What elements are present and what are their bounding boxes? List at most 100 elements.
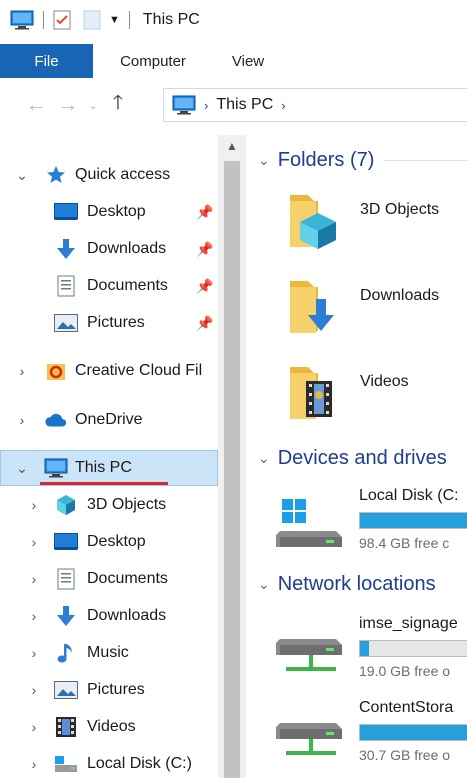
chevron-right-icon[interactable]: ›: [26, 756, 42, 772]
pin-icon[interactable]: 📌: [196, 278, 213, 295]
drive-free-space: 19.0 GB free o: [359, 663, 451, 679]
chevron-right-icon[interactable]: ›: [14, 363, 30, 379]
nav-documents[interactable]: › Documents: [0, 561, 218, 597]
network-drive-item[interactable]: imse_signage 19.0 GB free o: [274, 615, 467, 685]
nav-label: Pictures: [87, 314, 145, 331]
folder-item[interactable]: 3D Objects: [286, 191, 467, 271]
navigation-pane: ⌄ Quick access Desktop 📌 Downloads 📌 Doc…: [0, 135, 246, 778]
chevron-down-icon[interactable]: ⌄: [14, 460, 30, 477]
chevron-down-icon[interactable]: ⌄: [258, 576, 270, 593]
tab-view[interactable]: View: [213, 44, 283, 78]
address-bar[interactable]: › This PC ›: [163, 88, 467, 122]
group-title: Devices and drives: [277, 447, 447, 469]
nav-label: Creative Cloud Fil: [75, 362, 203, 379]
chevron-down-icon[interactable]: ⌄: [14, 167, 30, 184]
nav-quick-documents[interactable]: Documents 📌: [0, 268, 218, 304]
pin-icon[interactable]: 📌: [196, 315, 213, 332]
3d-objects-folder-icon: [286, 191, 350, 255]
desktop-icon: [54, 201, 78, 223]
annotation-underline: [40, 482, 168, 485]
chevron-right-icon[interactable]: ›: [26, 608, 42, 624]
nav-downloads[interactable]: › Downloads: [0, 598, 218, 634]
nav-videos[interactable]: › Videos: [0, 709, 218, 745]
group-header-folders[interactable]: ⌄ Folders (7): [258, 149, 467, 172]
nav-pictures[interactable]: › Pictures: [0, 672, 218, 708]
chevron-right-icon[interactable]: ›: [26, 645, 42, 661]
nav-quick-pictures[interactable]: Pictures 📌: [0, 305, 218, 341]
network-drive-item[interactable]: ContentStora 30.7 GB free o: [274, 699, 467, 769]
group-header-devices[interactable]: ⌄ Devices and drives: [258, 447, 447, 470]
drive-usage-fill: [360, 513, 467, 528]
pin-icon[interactable]: 📌: [196, 241, 213, 258]
pin-icon[interactable]: 📌: [196, 204, 213, 221]
group-title: Network locations: [277, 573, 436, 595]
tab-file[interactable]: File: [0, 44, 93, 78]
windows-drive-icon: [274, 497, 346, 551]
toolbar-separator: [43, 11, 44, 29]
documents-icon: [54, 568, 78, 590]
creative-cloud-icon: [44, 360, 68, 382]
this-pc-icon: [44, 457, 68, 479]
nav-creative-cloud[interactable]: › Creative Cloud Fil: [0, 353, 218, 389]
music-icon: [54, 642, 78, 664]
downloads-folder-icon: [286, 277, 350, 341]
nav-this-pc[interactable]: ⌄ This PC: [0, 450, 218, 486]
chevron-down-icon[interactable]: ⌄: [258, 152, 270, 169]
window-title: This PC: [142, 11, 200, 28]
drive-usage-bar: [359, 640, 467, 657]
tab-computer[interactable]: Computer: [93, 44, 213, 78]
customize-qat-icon[interactable]: ▼: [109, 14, 120, 26]
folder-item[interactable]: Videos: [286, 363, 467, 443]
scroll-thumb[interactable]: [224, 161, 240, 778]
folder-item[interactable]: Downloads: [286, 277, 467, 357]
up-button[interactable]: 🡑: [102, 89, 134, 121]
forward-button[interactable]: →: [52, 89, 84, 121]
network-drive-icon: [274, 625, 346, 679]
nav-3d-objects[interactable]: › 3D Objects: [0, 487, 218, 523]
nav-quick-access[interactable]: ⌄ Quick access: [0, 157, 218, 193]
folder-name: Videos: [360, 373, 409, 390]
chevron-down-icon[interactable]: ⌄: [258, 450, 270, 467]
nav-quick-desktop[interactable]: Desktop 📌: [0, 194, 218, 230]
chevron-right-icon[interactable]: ›: [26, 534, 42, 550]
chevron-right-icon[interactable]: ›: [26, 682, 42, 698]
group-divider: [384, 160, 467, 161]
back-button[interactable]: ←: [20, 89, 52, 121]
nav-quick-downloads[interactable]: Downloads 📌: [0, 231, 218, 267]
downloads-icon: [54, 238, 78, 260]
star-icon: [44, 164, 68, 186]
toolbar-separator: [128, 11, 130, 29]
chevron-right-icon[interactable]: ›: [26, 497, 42, 513]
nav-label: Documents: [87, 277, 168, 294]
breadcrumb-this-pc[interactable]: This PC: [216, 96, 273, 114]
nav-desktop[interactable]: › Desktop: [0, 524, 218, 560]
drive-usage-fill: [360, 641, 370, 656]
content-pane: ⌄ Folders (7) 3D Objects Downloads Video…: [246, 135, 467, 778]
new-folder-icon[interactable]: [83, 10, 101, 30]
nav-local-disk[interactable]: › Local Disk (C:): [0, 746, 218, 778]
recent-locations-button[interactable]: ⌄: [84, 89, 102, 121]
chevron-right-icon[interactable]: ›: [14, 412, 30, 428]
scroll-up-icon[interactable]: ▲: [218, 135, 246, 157]
ribbon-tabs: File Computer View: [0, 44, 467, 78]
nav-scrollbar[interactable]: ▲: [218, 135, 246, 778]
drive-name: ContentStora: [359, 699, 454, 716]
nav-onedrive[interactable]: › OneDrive: [0, 402, 218, 438]
folder-name: 3D Objects: [360, 201, 440, 218]
properties-icon[interactable]: [53, 10, 71, 30]
folder-name: Downloads: [360, 287, 440, 304]
drive-usage-bar: [359, 512, 467, 529]
drive-item[interactable]: Local Disk (C: 98.4 GB free c: [274, 487, 467, 557]
chevron-right-icon[interactable]: ›: [26, 719, 42, 735]
group-header-network[interactable]: ⌄ Network locations: [258, 573, 436, 596]
breadcrumb-chevron-icon[interactable]: ›: [204, 98, 208, 113]
group-title: Folders (7): [277, 149, 375, 171]
nav-label: Downloads: [87, 240, 167, 257]
chevron-right-icon[interactable]: ›: [26, 571, 42, 587]
nav-label: Local Disk (C:): [87, 755, 192, 772]
nav-music[interactable]: › Music: [0, 635, 218, 671]
nav-label: Music: [87, 644, 129, 661]
breadcrumb-chevron-icon[interactable]: ›: [281, 98, 285, 113]
this-pc-icon[interactable]: [10, 10, 34, 30]
drive-usage-fill: [360, 725, 467, 740]
